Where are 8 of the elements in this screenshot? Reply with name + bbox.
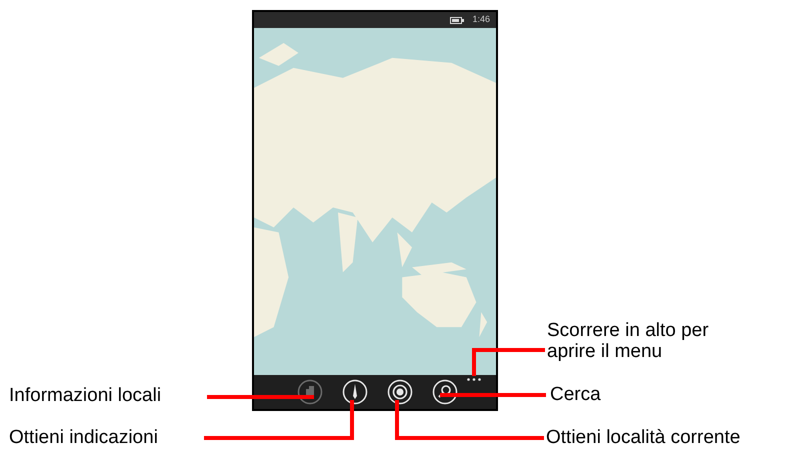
callout-label: Cerca (550, 384, 601, 405)
clock-time: 1:46 (472, 13, 490, 26)
callout-label: Informazioni locali (9, 385, 162, 406)
more-icon[interactable] (467, 378, 481, 381)
callout-label: Ottieni località corrente (546, 427, 740, 448)
battery-icon (450, 16, 464, 24)
callout-label: Scorrere in alto per aprire il menu (547, 320, 710, 362)
callout-label: Ottieni indicazioni (9, 427, 158, 448)
